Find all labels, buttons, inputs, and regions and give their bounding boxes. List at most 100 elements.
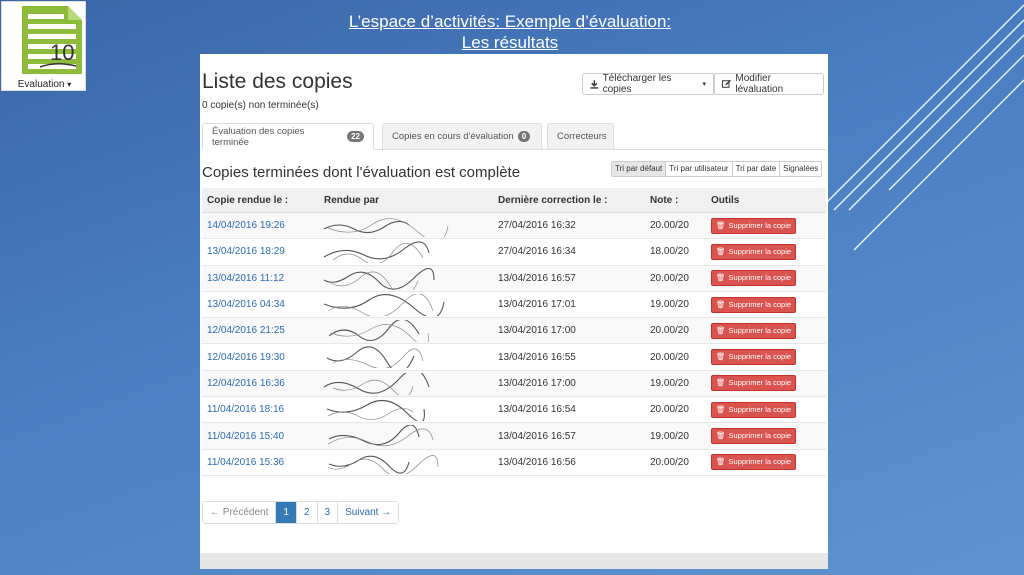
delete-copy-button[interactable]: 🗑 Supprimer la copie <box>711 243 797 260</box>
delete-copy-button[interactable]: 🗑 Supprimer la copie <box>711 454 797 471</box>
table-row: 12/04/2016 19:30 13/04/2016 16:55 20.00/20… <box>202 344 826 371</box>
redacted-name-scribble <box>327 454 439 474</box>
redacted-name-scribble <box>323 293 445 316</box>
background-decoration <box>823 4 1024 251</box>
submitted-date-link[interactable]: 13/04/2016 18:29 <box>207 246 285 257</box>
delete-copy-button[interactable]: 🗑 Supprimer la copie <box>711 401 797 418</box>
logo-number: 10 <box>50 40 74 65</box>
download-icon <box>590 79 599 89</box>
delete-copy-button[interactable]: 🗑 Supprimer la copie <box>711 349 797 366</box>
submitted-date-link[interactable]: 14/04/2016 19:26 <box>207 220 285 231</box>
submitted-date-link[interactable]: 12/04/2016 21:25 <box>207 325 285 336</box>
table-row: 11/04/2016 15:36 13/04/2016 16:56 20.00/20… <box>202 450 826 476</box>
submitted-date-link[interactable]: 11/04/2016 18:16 <box>207 404 284 415</box>
table-row: 13/04/2016 04:34 13/04/2016 17:01 19.00/20… <box>202 292 826 319</box>
sort-user-button[interactable]: Tri par utilisateur <box>665 162 732 176</box>
edit-evaluation-button[interactable]: Modifier lévaluation <box>714 73 824 95</box>
grade-value: 20.00/20 <box>650 325 689 337</box>
trash-icon: 🗑 <box>716 404 726 414</box>
last-correction-date: 13/04/2016 16:57 <box>498 430 576 442</box>
last-correction-date: 13/04/2016 16:57 <box>498 272 576 284</box>
grade-value: 20.00/20 <box>650 404 689 416</box>
page-3-button[interactable]: 3 <box>316 502 338 523</box>
table-row: 11/04/2016 18:16 13/04/2016 16:54 20.00/20… <box>202 397 826 424</box>
slide-title-line1: L’espace d’activités: Exemple d’évaluati… <box>348 12 672 31</box>
submitted-by-signature <box>319 423 493 448</box>
sort-flagged-button[interactable]: Signalées <box>779 162 822 176</box>
submitted-date-link[interactable]: 12/04/2016 19:30 <box>207 352 285 363</box>
trash-icon: 🗑 <box>716 431 726 441</box>
delete-copy-button[interactable]: 🗑 Supprimer la copie <box>711 428 797 445</box>
previous-page-button[interactable]: ← Précédent <box>203 502 276 523</box>
finished-count-badge: 22 <box>347 131 364 142</box>
last-correction-date: 13/04/2016 16:55 <box>498 351 576 363</box>
delete-copy-button[interactable]: 🗑 Supprimer la copie <box>711 296 797 313</box>
table-header: Copie rendue le : Rendue par Dernière co… <box>202 188 826 213</box>
section-title: Copies terminées dont l'évaluation est c… <box>202 164 521 181</box>
delete-copy-button[interactable]: 🗑 Supprimer la copie <box>711 322 797 339</box>
submitted-date-link[interactable]: 11/04/2016 15:36 <box>207 457 284 468</box>
last-correction-date: 13/04/2016 16:54 <box>498 404 576 416</box>
table-row: 12/04/2016 16:36 13/04/2016 17:00 19.00/20… <box>202 370 826 398</box>
page-1-button[interactable]: 1 <box>275 502 296 523</box>
logo-label[interactable]: Evaluation ▾ <box>2 79 87 90</box>
redacted-name-scribble <box>326 346 424 369</box>
header-last-correction[interactable]: Dernière correction le : <box>493 195 645 206</box>
redacted-name-scribble <box>323 267 435 290</box>
tab-correctors[interactable]: Correcteurs <box>547 123 614 150</box>
tab-copies-in-progress[interactable]: Copies en cours d'évaluation 0 <box>382 123 542 150</box>
last-correction-date: 27/04/2016 16:34 <box>498 246 576 258</box>
last-correction-date: 13/04/2016 16:56 <box>498 456 576 468</box>
submitted-by-signature <box>319 292 493 317</box>
last-correction-date: 13/04/2016 17:00 <box>498 377 576 389</box>
last-correction-date: 13/04/2016 17:00 <box>498 325 576 337</box>
redacted-name-scribble <box>327 425 434 447</box>
page-2-button[interactable]: 2 <box>295 502 317 523</box>
trash-icon: 🗑 <box>716 246 726 256</box>
sort-default-button[interactable]: Tri par défaut <box>612 162 666 176</box>
next-page-button[interactable]: Suivant → <box>337 502 399 523</box>
submitted-by-signature <box>319 371 493 396</box>
submitted-date-link[interactable]: 13/04/2016 11:12 <box>207 273 284 284</box>
grade-value: 19.00/20 <box>650 430 689 442</box>
delete-copy-button[interactable]: 🗑 Supprimer la copie <box>711 270 797 287</box>
submitted-date-link[interactable]: 11/04/2016 15:40 <box>207 431 284 442</box>
page-title: Liste des copies <box>202 70 353 93</box>
trash-icon: 🗑 <box>716 220 726 230</box>
submitted-by-signature <box>319 318 493 343</box>
slide-title-line2: Les résultats <box>461 33 559 52</box>
table-row: 14/04/2016 19:26 27/04/2016 16:32 20.00/20… <box>202 213 826 240</box>
last-correction-date: 27/04/2016 16:32 <box>498 220 576 232</box>
copies-table: Copie rendue le : Rendue par Dernière co… <box>202 188 826 476</box>
caret-down-icon: ▾ <box>702 81 706 88</box>
grade-value: 19.00/20 <box>650 377 689 389</box>
trash-icon: 🗑 <box>716 378 726 388</box>
tab-finished-copies[interactable]: Évaluation des copies terminée 22 <box>202 123 374 150</box>
redacted-name-scribble <box>323 218 449 237</box>
submitted-date-link[interactable]: 13/04/2016 04:34 <box>207 299 285 310</box>
table-row: 13/04/2016 18:29 27/04/2016 16:34 18.00/20… <box>202 239 826 266</box>
grade-value: 20.00/20 <box>650 351 689 363</box>
submitted-by-signature <box>319 397 493 422</box>
redacted-name-scribble <box>326 400 425 422</box>
panel-footer-strip <box>200 553 828 569</box>
trash-icon: 🗑 <box>716 352 726 362</box>
delete-copy-button[interactable]: 🗑 Supprimer la copie <box>711 375 797 392</box>
screenshot-panel: Liste des copies 0 copie(s) non terminée… <box>200 54 828 569</box>
download-copies-button[interactable]: Télécharger les copies ▾ <box>582 73 714 95</box>
header-submitted[interactable]: Copie rendue le : <box>202 195 319 206</box>
submitted-date-link[interactable]: 12/04/2016 16:36 <box>207 378 285 389</box>
delete-copy-button[interactable]: 🗑 Supprimer la copie <box>711 217 797 234</box>
header-submitted-by[interactable]: Rendue par <box>319 188 493 212</box>
submitted-by-signature <box>319 266 493 291</box>
in-progress-count-badge: 0 <box>517 131 531 142</box>
evaluation-logo[interactable]: 10 Evaluation ▾ <box>1 1 86 91</box>
grade-value: 20.00/20 <box>650 220 689 232</box>
sort-date-button[interactable]: Tri par date <box>731 162 780 176</box>
sort-button-group: Tri par défaut Tri par utilisateur Tri p… <box>611 161 823 177</box>
submitted-by-signature <box>319 344 493 369</box>
tab-bar: Évaluation des copies terminée 22 Copies… <box>202 123 826 150</box>
header-tools: Outils <box>711 194 740 206</box>
edit-icon <box>722 79 731 88</box>
header-grade[interactable]: Note : <box>645 195 706 206</box>
